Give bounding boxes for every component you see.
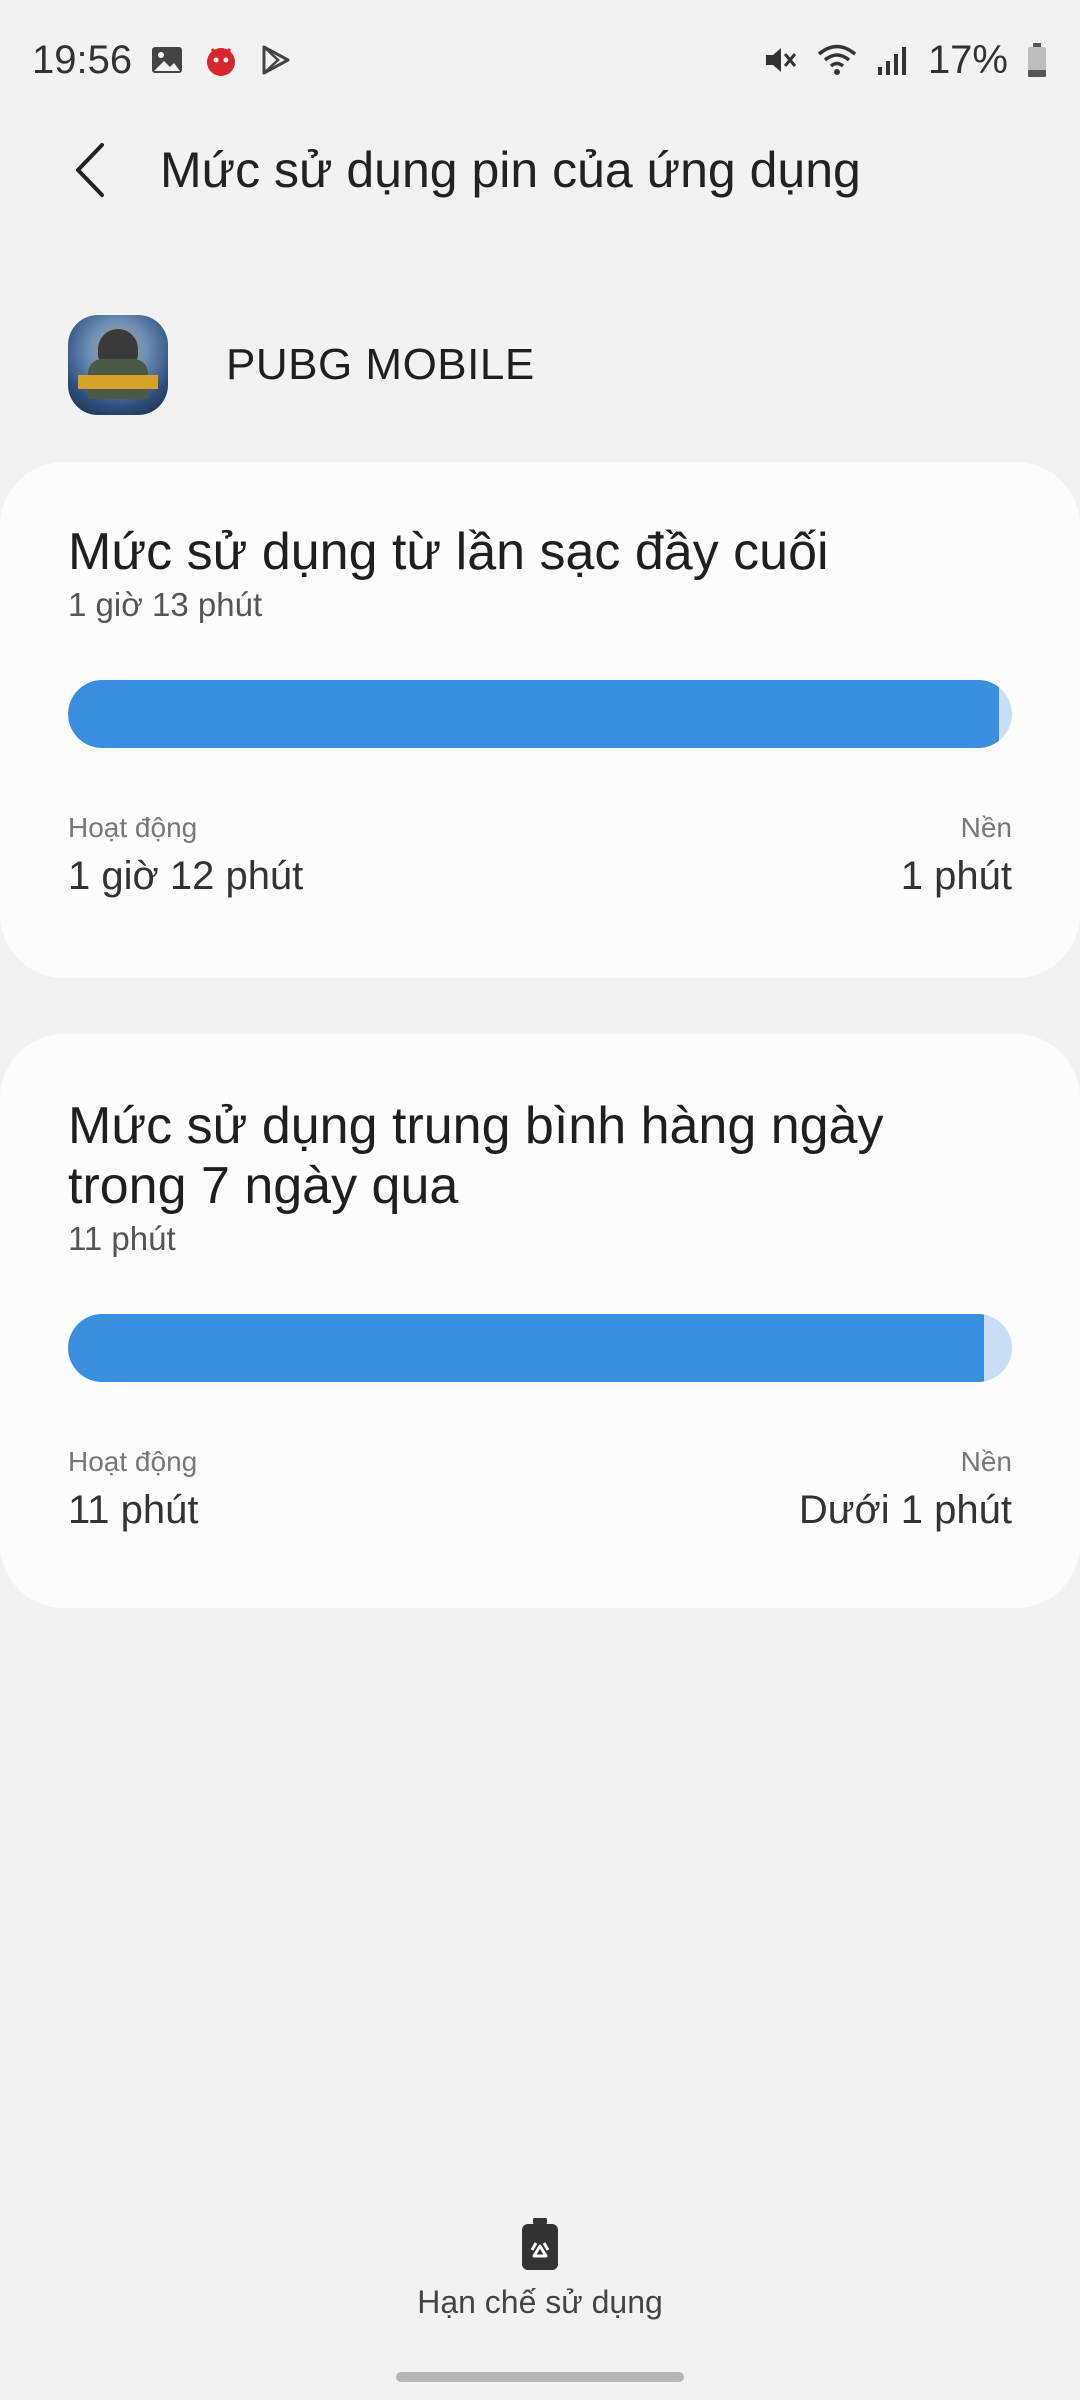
restrict-usage-label: Hạn chế sử dụng — [417, 2284, 663, 2320]
active-value: 11 phút — [68, 1488, 199, 1532]
daily-average-card: Mức sử dụng trung bình hàng ngày trong 7… — [0, 1034, 1080, 1608]
background-label: Nền — [960, 812, 1012, 843]
back-button[interactable] — [30, 110, 150, 230]
background-label: Nền — [960, 1446, 1012, 1477]
since-charge-usage-bar — [68, 680, 1012, 748]
background-value: 1 phút — [900, 854, 1012, 898]
app-bar: Mức sử dụng pin của ứng dụng — [0, 110, 1080, 230]
status-right: 17% — [762, 38, 1048, 83]
daily-average-usage-bar — [68, 1314, 1012, 1382]
status-bar: 19:56 17% — [0, 0, 1080, 120]
status-time: 19:56 — [32, 37, 133, 82]
background-value: Dưới 1 phút — [798, 1488, 1012, 1532]
daily-average-title: Mức sử dụng trung bình hàng ngày trong 7… — [68, 1097, 884, 1215]
app-name: PUBG MOBILE — [226, 340, 535, 389]
active-stat: Hoạt động 1 giờ 12 phút — [68, 812, 303, 899]
background-stat: Nền Dưới 1 phút — [799, 1446, 1012, 1533]
background-stat: Nền 1 phút — [901, 812, 1012, 899]
since-charge-active-fill — [68, 680, 999, 748]
battery-usage-screen: 19:56 17% Mức sử dụng pin của ứng dụng P… — [0, 0, 1080, 2400]
page-title: Mức sử dụng pin của ứng dụng — [160, 142, 861, 198]
since-last-charge-card: Mức sử dụng từ lần sạc đầy cuối 1 giờ 13… — [0, 462, 1080, 978]
since-charge-title: Mức sử dụng từ lần sạc đầy cuối — [68, 523, 829, 581]
signal-icon — [876, 43, 910, 77]
play-store-icon — [258, 43, 292, 77]
active-value: 1 giờ 12 phút — [68, 854, 304, 898]
since-charge-total: 1 giờ 13 phút — [68, 586, 263, 623]
daily-average-total: 11 phút — [68, 1220, 176, 1257]
active-label: Hoạt động — [68, 1446, 198, 1477]
gesture-nav-handle[interactable] — [396, 2372, 684, 2382]
active-label: Hoạt động — [68, 812, 198, 843]
restrict-usage-button[interactable]: Hạn chế sử dụng — [390, 2216, 690, 2346]
app-info-row: PUBG MOBILE — [0, 300, 1080, 430]
active-stat: Hoạt động 11 phút — [68, 1446, 199, 1533]
daily-average-active-fill — [68, 1314, 984, 1382]
pubg-app-icon — [68, 315, 168, 415]
status-left: 19:56 — [32, 38, 292, 83]
battery-icon — [1026, 42, 1048, 78]
wifi-icon — [816, 42, 858, 78]
mute-icon — [762, 42, 798, 78]
since-charge-stats: Hoạt động 1 giờ 12 phút Nền 1 phút — [68, 812, 1012, 899]
battery-restrict-icon — [522, 2218, 558, 2270]
antutu-icon — [202, 41, 240, 79]
back-arrow-icon — [76, 143, 104, 197]
battery-percent: 17% — [927, 37, 1008, 82]
gallery-icon — [150, 43, 184, 77]
daily-average-stats: Hoạt động 11 phút Nền Dưới 1 phút — [68, 1446, 1012, 1533]
